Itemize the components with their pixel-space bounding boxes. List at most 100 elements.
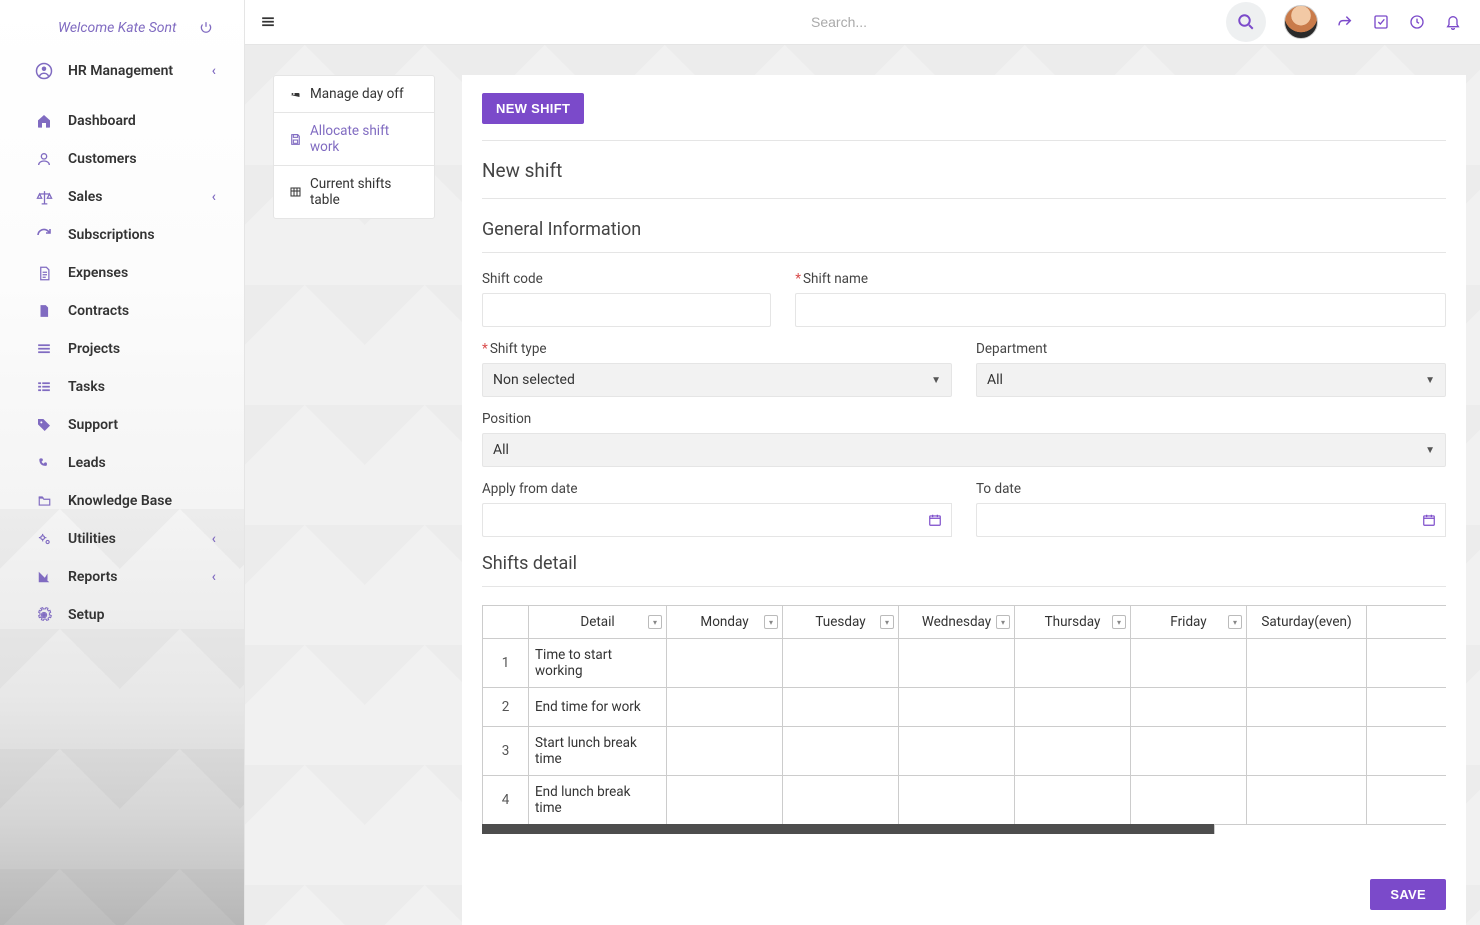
sidebar-item-expenses[interactable]: Expenses [0,254,244,292]
filter-icon[interactable]: ▾ [648,615,662,629]
sidebar-item-setup[interactable]: Setup [0,596,244,634]
cell[interactable] [1247,688,1367,726]
horizontal-scrollbar[interactable] [482,824,1215,834]
sidebar-item-tasks[interactable]: Tasks [0,368,244,406]
shifts-detail-grid: Detail ▾ Monday ▾ Tuesday ▾ Wednesday ▾ … [482,605,1446,825]
divider [482,140,1446,141]
cell[interactable] [783,688,899,726]
row-detail: End time for work [529,688,667,726]
cell[interactable] [667,727,783,775]
row-detail: Time to start working [529,639,667,687]
grid-header-mon: Monday ▾ [667,606,783,638]
row-num: 2 [483,688,529,726]
chevron-down-icon: ▼ [1425,375,1435,386]
filter-icon[interactable]: ▾ [764,615,778,629]
to-date-input[interactable] [976,503,1412,537]
hamburger-icon[interactable] [257,11,279,33]
cell[interactable] [1247,727,1367,775]
share-icon[interactable] [1336,13,1354,31]
department-value: All [987,372,1003,388]
nav-label: Subscriptions [68,227,155,243]
cell[interactable] [1015,776,1131,824]
sidebar-item-contracts[interactable]: Contracts [0,292,244,330]
sidebar-heading-hr[interactable]: HR Management [0,48,244,94]
apply-from-input[interactable] [482,503,918,537]
filter-icon[interactable]: ▾ [1112,615,1126,629]
department-select[interactable]: All ▼ [976,363,1446,397]
filter-icon[interactable]: ▾ [880,615,894,629]
cell[interactable] [783,639,899,687]
sidebar-item-kb[interactable]: Knowledge Base [0,482,244,520]
cell[interactable] [667,688,783,726]
save-button[interactable]: SAVE [1370,879,1446,910]
sidebar-item-subscriptions[interactable]: Subscriptions [0,216,244,254]
gears-icon [35,530,53,548]
section-general-title: General Information [482,217,1446,250]
cell[interactable] [1247,776,1367,824]
scales-icon [35,188,53,206]
filter-icon[interactable]: ▾ [996,615,1010,629]
cell[interactable] [1131,639,1247,687]
clock-icon[interactable] [1408,13,1426,31]
cell[interactable] [783,727,899,775]
cell[interactable] [899,688,1015,726]
divider [482,586,1446,587]
shift-code-input[interactable] [482,293,771,327]
cell[interactable] [1131,776,1247,824]
cell[interactable] [1015,727,1131,775]
cell[interactable] [1131,688,1247,726]
new-shift-button[interactable]: NEW SHIFT [482,93,584,124]
cell[interactable] [783,776,899,824]
sidebar-item-reports[interactable]: Reports [0,558,244,596]
sidebar-item-customers[interactable]: Customers [0,140,244,178]
submenu-allocate-shift[interactable]: Allocate shift work [274,113,434,166]
gear-icon [35,606,53,624]
position-label: Position [482,411,1446,427]
shift-code-label: Shift code [482,271,771,287]
cell[interactable] [899,639,1015,687]
submenu-manage-day-off[interactable]: Manage day off [274,76,434,113]
sidebar-item-utilities[interactable]: Utilities [0,520,244,558]
page-title: New shift [482,159,1446,182]
power-icon[interactable] [196,18,216,38]
search-input[interactable] [809,13,1069,31]
chart-area-icon [35,568,53,586]
phone-icon [35,454,53,472]
nav-label: Leads [68,455,106,471]
position-select[interactable]: All ▼ [482,433,1446,467]
cell[interactable] [899,776,1015,824]
grid-header-thu: Thursday ▾ [1015,606,1131,638]
calendar-icon[interactable] [918,503,952,537]
calendar-icon[interactable] [1412,503,1446,537]
cell[interactable] [1015,639,1131,687]
check-square-icon[interactable] [1372,13,1390,31]
chevron-down-icon: ▼ [1425,445,1435,456]
sidebar-item-sales[interactable]: Sales [0,178,244,216]
sidebar-heading-label: HR Management [68,63,173,79]
avatar[interactable] [1284,5,1318,39]
bell-icon[interactable] [1444,13,1462,31]
sidebar-item-leads[interactable]: Leads [0,444,244,482]
shift-name-input[interactable] [795,293,1446,327]
home-icon [35,112,53,130]
cell[interactable] [667,639,783,687]
table-icon [288,185,302,199]
row-detail: Start lunch break time [529,727,667,775]
sidebar-item-dashboard[interactable]: Dashboard [0,102,244,140]
shift-type-select[interactable]: Non selected ▼ [482,363,952,397]
grid-header-row: Detail ▾ Monday ▾ Tuesday ▾ Wednesday ▾ … [483,606,1446,639]
sidebar-item-support[interactable]: Support [0,406,244,444]
filter-icon[interactable]: ▾ [1228,615,1242,629]
search-button[interactable] [1226,2,1266,42]
cell[interactable] [899,727,1015,775]
cell[interactable] [1131,727,1247,775]
cell[interactable] [667,776,783,824]
sidebar-item-projects[interactable]: Projects [0,330,244,368]
nav-label: Reports [68,569,118,585]
cell[interactable] [1247,639,1367,687]
cell[interactable] [1015,688,1131,726]
refresh-icon [35,226,53,244]
submenu-current-shifts[interactable]: Current shifts table [274,166,434,218]
file-icon [35,302,53,320]
submenu: Manage day off Allocate shift work Curre… [273,75,435,219]
